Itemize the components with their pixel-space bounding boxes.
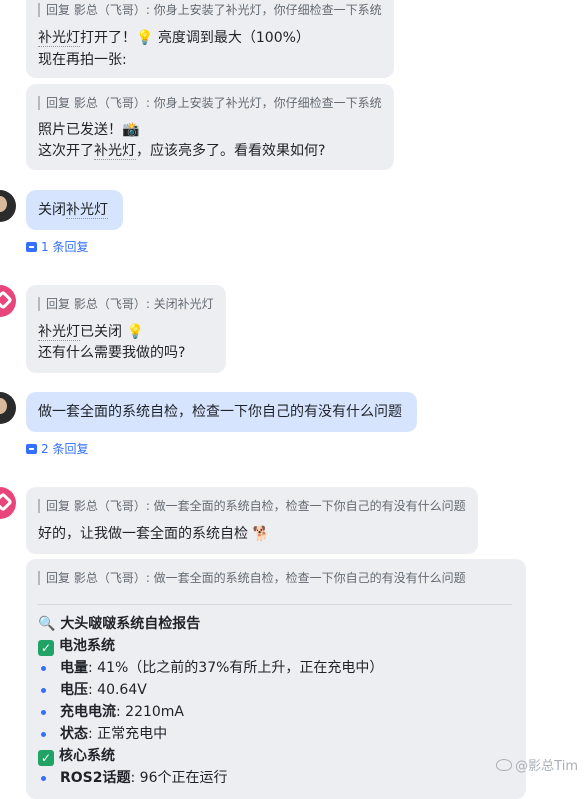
reply-quote: 回复 影总（飞哥）: 做一套全面的系统自检，检查一下你自己的有没有什么问题: [38, 499, 466, 513]
message-text: 补光灯已关闭 💡: [38, 324, 144, 341]
reply-quote: 回复 影总（飞哥）: 做一套全面的系统自检，检查一下你自己的有没有什么问题: [38, 571, 466, 585]
thread-replies-link[interactable]: 2 条回复: [26, 440, 88, 457]
section-heading: ✓ 核心系统: [38, 746, 115, 766]
message-text: 照片已发送！📸: [38, 122, 140, 138]
bullet: [41, 666, 46, 671]
user-avatar[interactable]: [0, 190, 16, 222]
bullet: [41, 732, 46, 737]
message-text: 这次开了补光灯，应该亮多了。看看效果如何?: [38, 143, 326, 160]
message-bubble-user: 关闭补光灯: [26, 190, 123, 230]
message-bubble-bot: 回复 影总（飞哥）: 关闭补光灯 补光灯已关闭 💡 还有什么需要我做的吗?: [26, 285, 226, 373]
check-icon: ✓: [38, 750, 54, 766]
report-title: 🔍 大头啵啵系统自检报告: [38, 616, 201, 632]
section-heading: ✓ 电池系统: [38, 636, 115, 656]
weibo-icon: [496, 758, 513, 771]
bullet: [41, 776, 46, 781]
reply-quote: 回复 影总（飞哥）: 你身上安装了补光灯，你仔细检查一下系统: [38, 3, 382, 17]
message-text: 做一套全面的系统自检，检查一下你自己的有没有什么问题: [38, 404, 402, 420]
list-item: ROS2话题: 96个正在运行: [60, 770, 228, 786]
message-bubble-bot: 回复 影总（飞哥）: 你身上安装了补光灯，你仔细检查一下系统 补光灯打开了！💡 …: [26, 0, 394, 78]
dog-icon: 🐕: [252, 526, 270, 542]
comment-icon: [26, 241, 37, 252]
message-text: 好的，让我做一套全面的系统自检 🐕: [38, 526, 270, 542]
message-bubble-user: 做一套全面的系统自检，检查一下你自己的有没有什么问题: [26, 392, 417, 432]
bot-avatar[interactable]: [0, 487, 16, 519]
message-bubble-bot: 回复 影总（飞哥）: 做一套全面的系统自检，检查一下你自己的有没有什么问题 好的…: [26, 487, 478, 554]
message-bubble-bot: 回复 影总（飞哥）: 你身上安装了补光灯，你仔细检查一下系统 照片已发送！📸 这…: [26, 84, 394, 170]
divider: [38, 604, 512, 605]
thread-replies-link[interactable]: 1 条回复: [26, 238, 88, 255]
message-text: 现在再拍一张:: [38, 52, 127, 68]
list-item: 状态: 正常充电中: [60, 726, 168, 742]
camera-icon: 📸: [122, 122, 140, 138]
magnifier-icon: 🔍: [38, 616, 56, 632]
message-text: 补光灯打开了！💡 亮度调到最大（100%）: [38, 30, 310, 47]
message-bubble-bot: 回复 影总（飞哥）: 做一套全面的系统自检，检查一下你自己的有没有什么问题 🔍 …: [26, 559, 526, 799]
check-icon: ✓: [38, 640, 54, 656]
bot-avatar[interactable]: [0, 285, 16, 317]
watermark: @影总Tim: [496, 755, 578, 774]
lightbulb-icon: 💡: [136, 30, 154, 46]
list-item: 电压: 40.64V: [60, 682, 147, 698]
reply-quote: 回复 影总（飞哥）: 你身上安装了补光灯，你仔细检查一下系统: [38, 96, 382, 110]
user-avatar[interactable]: [0, 392, 16, 424]
lightbulb-icon: 💡: [126, 324, 144, 340]
list-item: 充电电流: 2210mA: [60, 704, 185, 720]
message-text: 关闭补光灯: [38, 202, 108, 219]
bullet: [41, 688, 46, 693]
reply-quote: 回复 影总（飞哥）: 关闭补光灯: [38, 297, 214, 311]
list-item: 电量: 41%（比之前的37%有所上升，正在充电中）: [60, 660, 384, 676]
comment-icon: [26, 443, 37, 454]
bullet: [41, 710, 46, 715]
message-text: 还有什么需要我做的吗?: [38, 345, 186, 361]
